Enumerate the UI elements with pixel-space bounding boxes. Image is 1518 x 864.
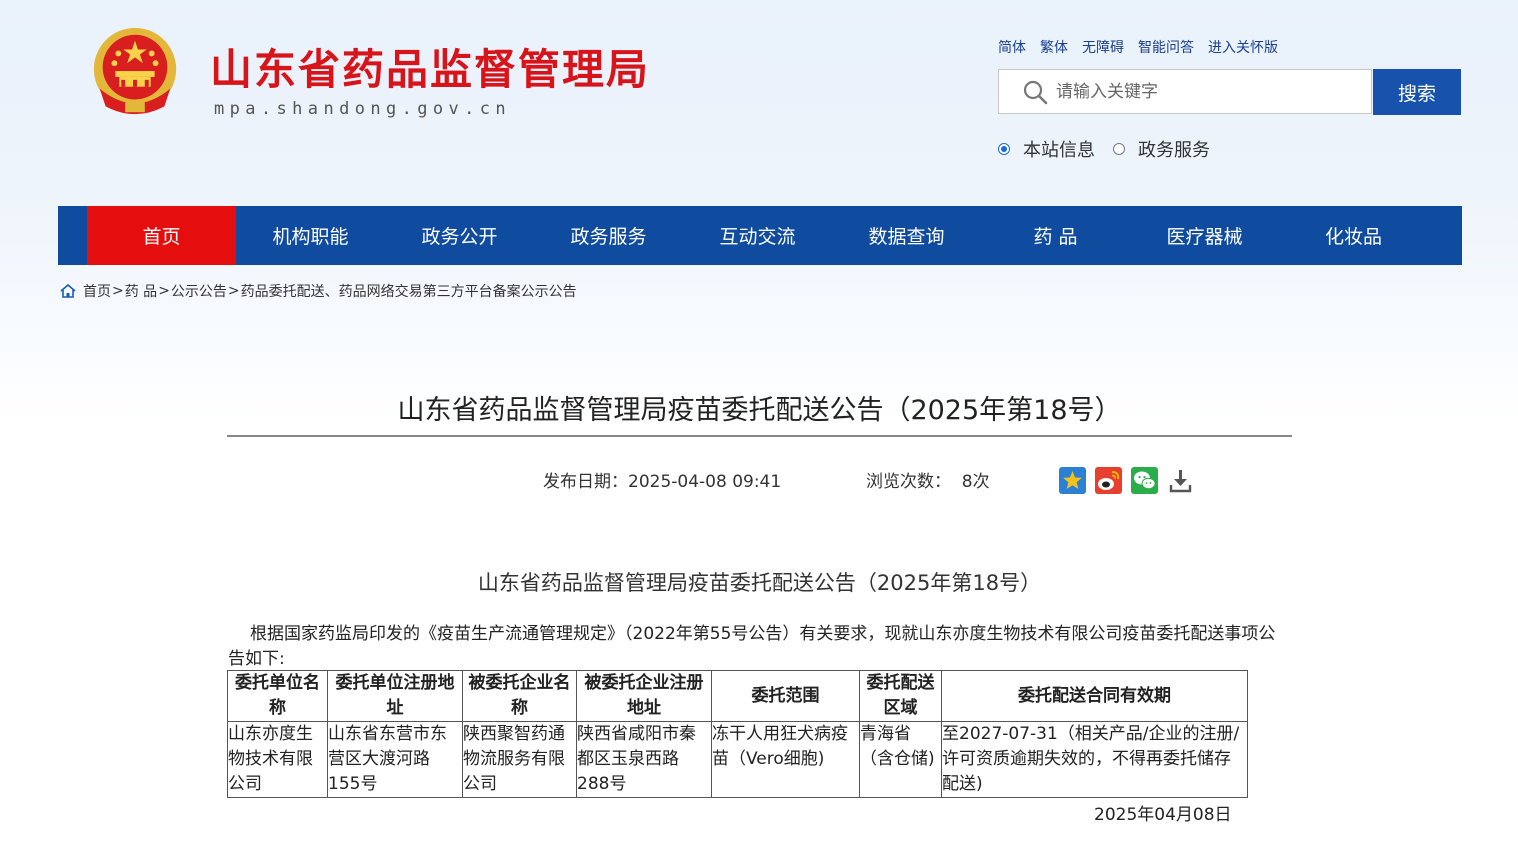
table-header: 委托配送合同有效期 [941,670,1248,722]
announcement-table: 委托单位名称 委托单位注册地址 被委托企业名称 被委托企业注册地址 委托范围 委… [227,670,1248,798]
share-bar [1059,467,1194,494]
table-header: 委托单位注册地址 [327,670,463,722]
nav-cosmetics[interactable]: 化妆品 [1279,206,1428,265]
breadcrumb-separator: > [158,283,170,299]
site-title: 山东省药品监督管理局 [210,45,651,94]
table-header: 委托单位名称 [227,670,328,722]
search-input[interactable] [1056,72,1356,112]
radio-gov-service[interactable] [1113,143,1125,155]
table-header: 被委托企业名称 [462,670,577,722]
publish-date: 发布日期：2025-04-08 09:41 [543,472,782,492]
nav-medical-devices[interactable]: 医疗器械 [1130,206,1279,265]
breadcrumb-notices[interactable]: 公示公告 [171,281,227,301]
breadcrumb-drugs[interactable]: 药 品 [125,281,157,301]
link-simplified[interactable]: 简体 [998,37,1026,57]
top-links: 简体 繁体 无障碍 智能问答 进入关怀版 [998,37,1292,57]
table-header-row: 委托单位名称 委托单位注册地址 被委托企业名称 被委托企业注册地址 委托范围 委… [227,670,1248,722]
search-button[interactable]: 搜索 [1373,69,1461,115]
table-header: 被委托企业注册地址 [576,670,712,722]
download-icon[interactable] [1167,467,1194,494]
table-cell: 青海省（含仓储) [859,721,942,798]
radio-site-info[interactable] [998,143,1010,155]
view-count: 浏览次数： 8次 [866,472,990,492]
wechat-icon[interactable] [1131,467,1158,494]
content-subtitle: 山东省药品监督管理局疫苗委托配送公告（2025年第18号） [477,571,1042,595]
search-scope: 本站信息 政务服务 [998,136,1228,162]
nav-organization[interactable]: 机构职能 [236,206,385,265]
intro-paragraph: 根据国家药监局印发的《疫苗生产流通管理规定》（2022年第55号公告）有关要求，… [228,624,1276,669]
table-cell: 山东亦度生物技术有限公司 [227,721,328,798]
weibo-icon[interactable] [1095,467,1122,494]
breadcrumb-separator: > [112,283,124,299]
table-row: 山东亦度生物技术有限公司 山东省东营市东营区大渡河路155号 陕西聚智药通物流服… [227,721,1248,798]
nav-gov-service[interactable]: 政务服务 [534,206,683,265]
link-traditional[interactable]: 繁体 [1040,37,1068,57]
site-url: mpa.shandong.gov.cn [214,99,512,119]
table-cell: 陕西聚智药通物流服务有限公司 [462,721,577,798]
breadcrumb-current[interactable]: 药品委托配送、药品网络交易第三方平台备案公示公告 [241,281,577,301]
favorite-icon[interactable] [1059,467,1086,494]
table-header: 委托范围 [711,670,860,722]
link-accessibility[interactable]: 无障碍 [1082,37,1124,57]
breadcrumb: 首页 > 药 品 > 公示公告 > 药品委托配送、药品网络交易第三方平台备案公示… [60,281,577,301]
sign-date: 2025年04月08日 [1094,805,1232,825]
breadcrumb-separator: > [227,283,240,299]
search-icon [1023,80,1048,105]
link-care-version[interactable]: 进入关怀版 [1208,37,1278,57]
nav-interaction[interactable]: 互动交流 [683,206,832,265]
table-cell: 冻干人用狂犬病疫苗（Vero细胞) [711,721,860,798]
title-divider [227,435,1292,437]
table-header: 委托配送区域 [859,670,942,722]
table-cell: 陕西省咸阳市秦都区玉泉西路288号 [576,721,712,798]
nav-gov-open[interactable]: 政务公开 [385,206,534,265]
main-nav: 首页 机构职能 政务公开 政务服务 互动交流 数据查询 药 品 医疗器械 化妆品 [58,206,1462,265]
nav-home[interactable]: 首页 [87,206,236,265]
home-icon [60,284,76,298]
radio-site-info-label: 本站信息 [1023,140,1095,161]
breadcrumb-home[interactable]: 首页 [83,281,111,301]
national-emblem-icon [93,27,177,115]
nav-drugs[interactable]: 药 品 [981,206,1130,265]
radio-gov-service-label: 政务服务 [1138,140,1210,161]
table-cell: 至2027-07-31（相关产品/企业的注册/许可资质逾期失效的，不得再委托储存… [941,721,1248,798]
table-cell: 山东省东营市东营区大渡河路155号 [327,721,463,798]
link-smart-qa[interactable]: 智能问答 [1138,37,1194,57]
nav-data-query[interactable]: 数据查询 [832,206,981,265]
article-title: 山东省药品监督管理局疫苗委托配送公告（2025年第18号） [397,395,1122,426]
